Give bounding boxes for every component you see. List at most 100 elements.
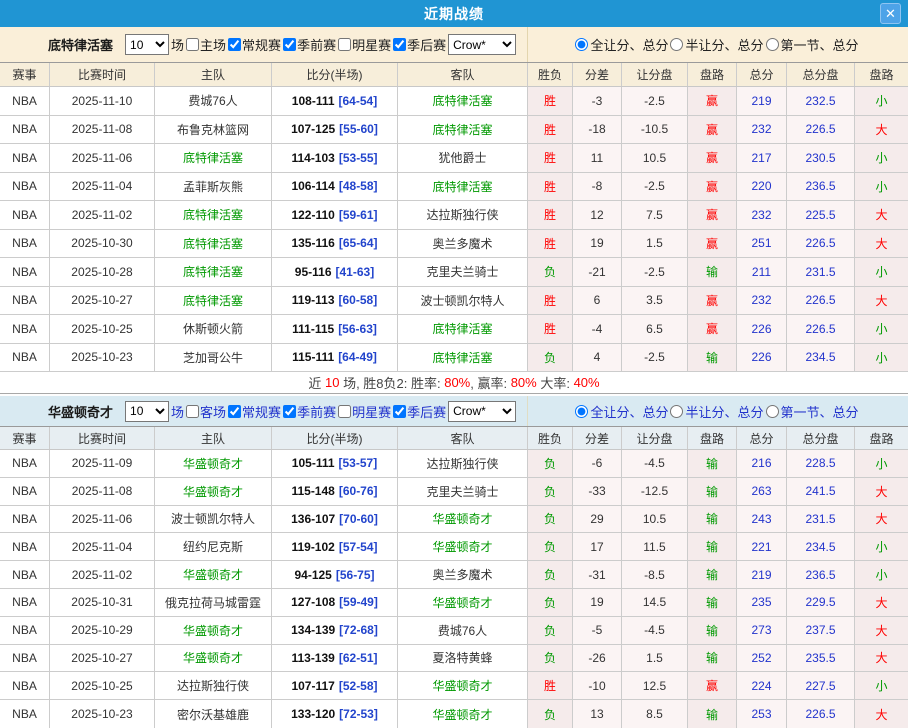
odds-type-radio-item: 半让分、总分 xyxy=(670,35,763,54)
filter-checkbox[interactable] xyxy=(283,38,296,51)
games-count-select[interactable]: 10 xyxy=(125,34,169,55)
cell-handicap-line: 10.5 xyxy=(622,506,688,533)
score-half-time: [53-55] xyxy=(339,151,378,165)
dialog-title: 近期战绩 xyxy=(424,4,484,24)
odds-type-radio[interactable] xyxy=(766,405,779,418)
cell-total-points: 235 xyxy=(737,589,787,616)
filter-checkbox[interactable] xyxy=(186,38,199,51)
filter-checkbox-item: 季后赛 xyxy=(391,35,446,54)
score-half-time: [59-49] xyxy=(339,595,378,609)
cell-handicap-line: -4.5 xyxy=(622,450,688,477)
cell-over-under: 小 xyxy=(855,87,908,115)
cell-handicap-line: 12.5 xyxy=(622,672,688,699)
cell-total-points: 232 xyxy=(737,201,787,229)
column-header: 赛事 xyxy=(0,63,50,86)
cell-point-diff: -33 xyxy=(573,478,622,505)
game-row: NBA2025-11-09华盛顿奇才105-111[53-57]达拉斯独行侠负-… xyxy=(0,450,908,478)
filter-checkbox[interactable] xyxy=(283,405,296,418)
score-half-time: [48-58] xyxy=(339,179,378,193)
cell-date: 2025-11-10 xyxy=(50,87,155,115)
cell-home-team: 布鲁克林篮网 xyxy=(155,116,272,144)
cell-point-diff: -8 xyxy=(573,173,622,201)
filter-checkbox[interactable] xyxy=(338,38,351,51)
filter-checkbox[interactable] xyxy=(338,405,351,418)
filter-checkbox-item: 常规赛 xyxy=(226,402,281,421)
score-full-time: 95-116 xyxy=(295,265,332,279)
cell-away-team: 犹他爵士 xyxy=(398,144,528,172)
cell-league: NBA xyxy=(0,258,50,286)
cell-handicap-line: 7.5 xyxy=(622,201,688,229)
cell-handicap-line: 1.5 xyxy=(622,645,688,672)
filter-left: 底特律活塞 10 场 主场常规赛季前赛明星赛季后赛 Crow* xyxy=(0,27,528,62)
odds-type-radio[interactable] xyxy=(670,405,683,418)
column-header: 总分 xyxy=(737,427,787,449)
game-row: NBA2025-11-06波士顿凯尔特人136-107[70-60]华盛顿奇才负… xyxy=(0,506,908,534)
odds-type-radio[interactable] xyxy=(575,38,588,51)
cell-away-team: 底特律活塞 xyxy=(398,315,528,343)
cell-away-team: 华盛顿奇才 xyxy=(398,672,528,699)
title-bar: 近期战绩 ✕ xyxy=(0,0,908,27)
filter-checkbox[interactable] xyxy=(228,38,241,51)
cell-total-line: 231.5 xyxy=(787,258,855,286)
cell-total-points: 251 xyxy=(737,230,787,258)
cell-league: NBA xyxy=(0,700,50,728)
odds-type-radio[interactable] xyxy=(766,38,779,51)
cell-handicap-line: 3.5 xyxy=(622,287,688,315)
score-half-time: [72-53] xyxy=(339,707,378,721)
cell-handicap-line: -12.5 xyxy=(622,478,688,505)
score-full-time: 94-125 xyxy=(294,568,331,582)
cell-date: 2025-11-04 xyxy=(50,173,155,201)
score-half-time: [52-58] xyxy=(339,679,378,693)
cell-win-loss: 负 xyxy=(528,645,573,672)
filter-left: 华盛顿奇才 10 场 客场常规赛季前赛明星赛季后赛 Crow* xyxy=(0,396,528,426)
cell-date: 2025-11-02 xyxy=(50,561,155,588)
cell-total-points: 226 xyxy=(737,315,787,343)
cell-score: 133-120[72-53] xyxy=(272,700,398,728)
cell-handicap-line: 10.5 xyxy=(622,144,688,172)
score-half-time: [56-75] xyxy=(336,568,375,582)
summary-text: , 赢率: xyxy=(470,373,510,392)
summary-text: 40% xyxy=(574,375,600,390)
filter-checkbox[interactable] xyxy=(393,405,406,418)
cell-league: NBA xyxy=(0,87,50,115)
game-row: NBA2025-10-31俄克拉荷马城雷霆127-108[59-49]华盛顿奇才… xyxy=(0,589,908,617)
cell-league: NBA xyxy=(0,672,50,699)
filter-checkbox-label: 季后赛 xyxy=(407,35,446,54)
bookmaker-select[interactable]: Crow* xyxy=(448,401,516,422)
odds-type-radio[interactable] xyxy=(575,405,588,418)
score-full-time: 119-102 xyxy=(291,540,334,554)
cell-handicap-line: 6.5 xyxy=(622,315,688,343)
filter-checkbox-label: 客场 xyxy=(200,402,226,421)
cell-handicap-line: -2.5 xyxy=(622,258,688,286)
bookmaker-select[interactable]: Crow* xyxy=(448,34,516,55)
cell-handicap-result: 输 xyxy=(688,589,737,616)
filter-checkbox-item: 客场 xyxy=(184,402,226,421)
cell-away-team: 克里夫兰骑士 xyxy=(398,478,528,505)
summary-text: 10 xyxy=(325,375,339,390)
column-header: 盘路 xyxy=(855,427,908,449)
filter-checkbox[interactable] xyxy=(228,405,241,418)
score-full-time: 136-107 xyxy=(291,512,335,526)
odds-type-radio-item: 半让分、总分 xyxy=(670,402,763,421)
cell-date: 2025-11-08 xyxy=(50,478,155,505)
cell-over-under: 小 xyxy=(855,672,908,699)
cell-away-team: 华盛顿奇才 xyxy=(398,506,528,533)
games-count-select[interactable]: 10 xyxy=(125,401,169,422)
cell-score: 107-117[52-58] xyxy=(272,672,398,699)
score-full-time: 115-111 xyxy=(292,350,334,364)
cell-away-team: 费城76人 xyxy=(398,617,528,644)
cell-over-under: 大 xyxy=(855,645,908,672)
cell-home-team: 华盛顿奇才 xyxy=(155,617,272,644)
cell-away-team: 华盛顿奇才 xyxy=(398,533,528,560)
cell-home-team: 俄克拉荷马城雷霆 xyxy=(155,589,272,616)
filter-checkbox-label: 季前赛 xyxy=(297,402,336,421)
filter-checkbox[interactable] xyxy=(186,405,199,418)
score-full-time: 119-113 xyxy=(292,293,335,307)
column-header: 总分 xyxy=(737,63,787,86)
score-half-time: [64-49] xyxy=(338,350,377,364)
score-half-time: [53-57] xyxy=(339,456,378,470)
odds-type-radio[interactable] xyxy=(670,38,683,51)
cell-total-points: 219 xyxy=(737,561,787,588)
close-icon[interactable]: ✕ xyxy=(880,3,901,24)
filter-checkbox[interactable] xyxy=(393,38,406,51)
